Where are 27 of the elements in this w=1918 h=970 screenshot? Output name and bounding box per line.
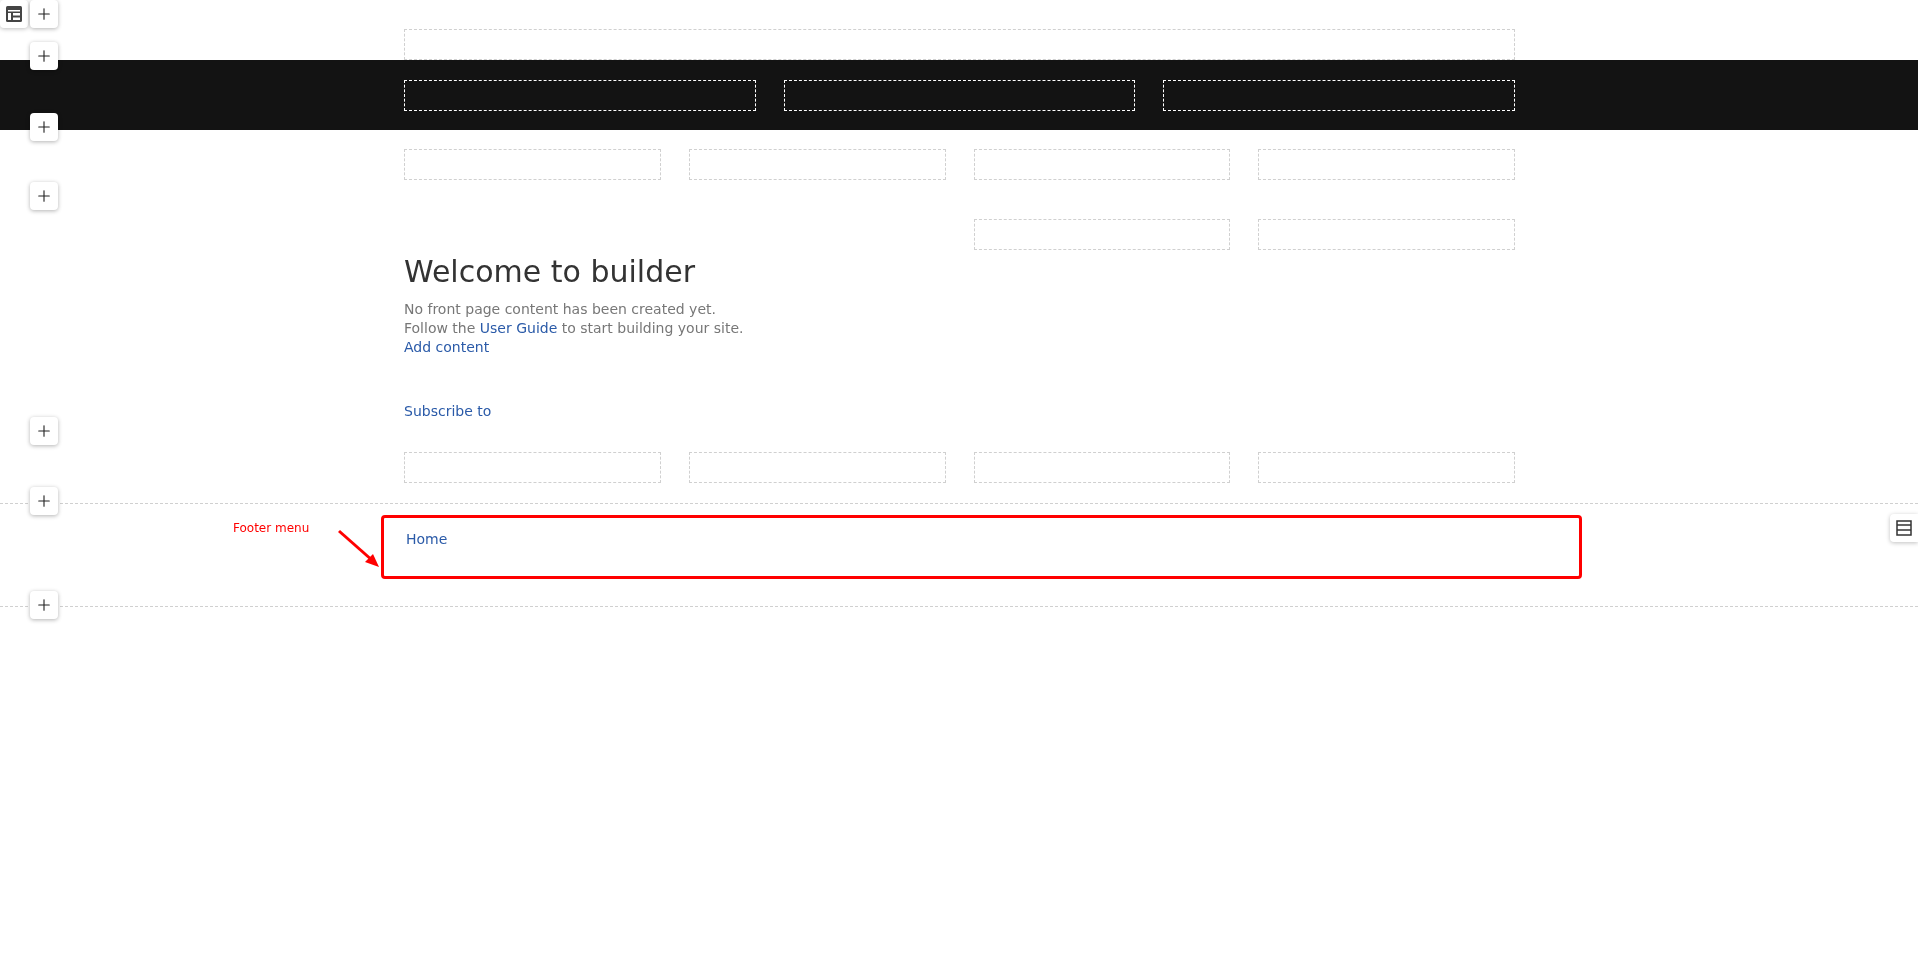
add-section-button[interactable] — [30, 42, 58, 70]
plus-icon — [35, 187, 53, 205]
layout-icon — [5, 5, 23, 23]
add-section-button[interactable] — [30, 113, 58, 141]
add-section-button[interactable] — [30, 591, 58, 619]
plus-icon — [35, 47, 53, 65]
annotation-arrow — [337, 529, 381, 569]
plus-icon — [35, 5, 53, 23]
footer-menu-link[interactable]: Home — [406, 530, 448, 549]
add-section-button[interactable] — [30, 0, 58, 28]
guide-sentence: Follow the User Guide to start building your site. — [404, 319, 745, 338]
annotation-label: Footer menu — [233, 520, 311, 537]
add-section-button[interactable] — [30, 182, 58, 210]
welcome-heading: Welcome to builder — [404, 253, 696, 291]
user-guide-link[interactable]: User Guide — [479, 320, 558, 336]
intro-text: No front page content has been created yet. — [404, 300, 717, 319]
plus-icon — [35, 118, 53, 136]
plus-icon — [35, 422, 53, 440]
layout-icon — [1896, 520, 1912, 536]
add-content-link[interactable]: Add content — [404, 338, 490, 357]
plus-icon — [35, 492, 53, 510]
region-settings-button[interactable] — [1890, 514, 1918, 542]
subscribe-link[interactable]: Subscribe to — [404, 402, 492, 421]
plus-icon — [35, 596, 53, 614]
add-section-button[interactable] — [30, 487, 58, 515]
layout-builder-button[interactable] — [0, 0, 28, 28]
add-section-button[interactable] — [30, 417, 58, 445]
